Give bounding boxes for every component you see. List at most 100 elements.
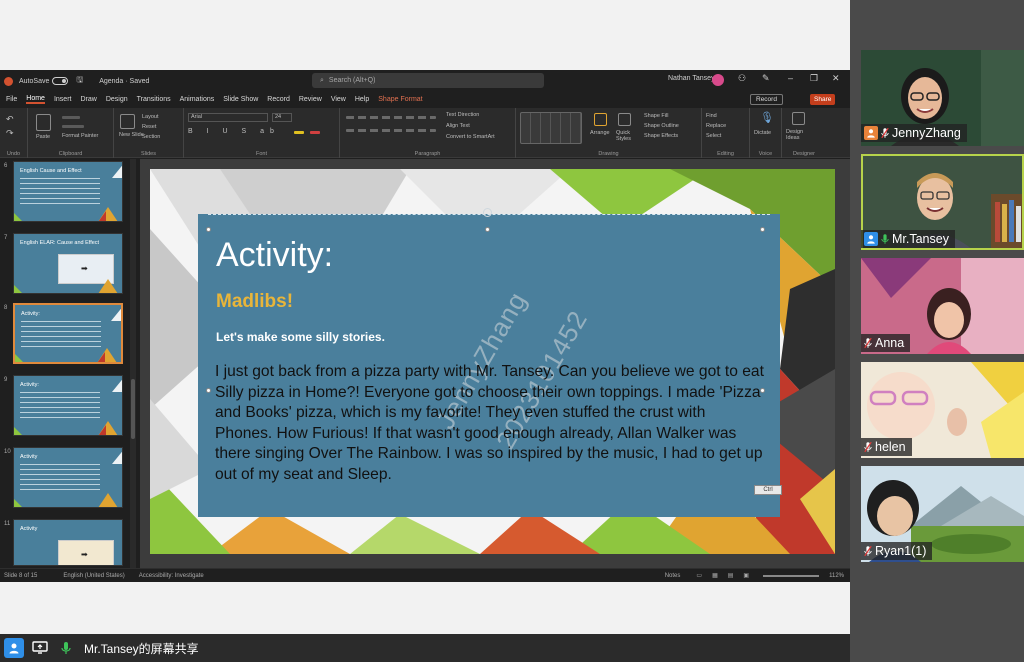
ribbon-group-voice: 🎙 Dictate Voice (750, 108, 782, 158)
text-direction-button[interactable]: Text Direction (446, 112, 479, 118)
tab-transitions[interactable]: Transitions (137, 96, 171, 103)
participant-label: helen (861, 438, 912, 456)
minimize-icon[interactable]: – (788, 73, 793, 83)
slideshow-icon[interactable]: ▣ (743, 572, 749, 579)
slide-thumbnail-9[interactable]: Activity: (13, 375, 123, 436)
shape-effects-button[interactable]: Shape Effects (644, 133, 678, 139)
tab-home[interactable]: Home (26, 95, 45, 104)
account-name[interactable]: Nathan Tansey (668, 75, 715, 82)
file-name[interactable]: Agenda · Saved (99, 78, 149, 85)
shape-outline-button[interactable]: Shape Outline (644, 123, 679, 129)
convert-smartart-button[interactable]: Convert to SmartArt (446, 134, 495, 140)
slide-thumbnail-11[interactable]: Activity (13, 519, 123, 566)
design-ideas-icon[interactable] (792, 112, 805, 125)
slide-thumbnail-10[interactable]: Activity (13, 447, 123, 508)
tab-design[interactable]: Design (106, 96, 128, 103)
ribbon-caption-slides: Slides (141, 151, 156, 157)
tab-review[interactable]: Review (299, 96, 322, 103)
microphone-muted-icon (864, 441, 872, 453)
redo-icon[interactable]: ↷ (6, 128, 14, 139)
font-color-icon[interactable] (310, 131, 320, 134)
save-icon[interactable]: 🖫 (76, 74, 83, 88)
quick-styles-icon[interactable] (618, 113, 631, 126)
align-buttons[interactable] (346, 129, 436, 132)
participant-tile-jennyzhang[interactable]: JennyZhang (861, 50, 1024, 146)
participant-tile-anna[interactable]: Anna (861, 258, 1024, 354)
replace-button[interactable]: Replace (706, 123, 726, 129)
zoom-level[interactable]: 112% (829, 573, 844, 579)
tab-animations[interactable]: Animations (180, 96, 215, 103)
tab-draw[interactable]: Draw (80, 96, 96, 103)
tab-insert[interactable]: Insert (54, 96, 72, 103)
participant-name: JennyZhang (892, 126, 961, 140)
resize-handle[interactable] (206, 227, 211, 232)
search-box[interactable]: ⌕ Search (Alt+Q) (312, 73, 544, 88)
list-buttons[interactable] (346, 116, 436, 119)
content-text-box[interactable]: JennyZhang 2023101452 Activity: Madlibs!… (198, 208, 782, 517)
arrange-icon[interactable] (594, 113, 607, 126)
ribbon-caption-undo: Undo (6, 151, 21, 157)
font-name-box[interactable]: Arial (188, 113, 268, 122)
reset-button[interactable]: Reset (142, 124, 156, 130)
ribbon-caption-drawing: Drawing (598, 151, 619, 157)
tab-slide-show[interactable]: Slide Show (223, 96, 258, 103)
participant-tile-mrtansey[interactable]: Mr.Tansey (861, 154, 1024, 250)
copy-item[interactable] (62, 125, 84, 128)
thumbnail-scrollbar[interactable] (130, 159, 136, 568)
font-size-box[interactable]: 24 (272, 113, 292, 122)
language-status[interactable]: English (United States) (63, 573, 124, 579)
resize-handle[interactable] (206, 388, 211, 393)
close-icon[interactable]: ✕ (832, 73, 840, 84)
pen-icon[interactable]: ✎ (762, 73, 770, 84)
slide-thumbnail-7[interactable]: English ELAR: Cause and Effect (13, 233, 123, 294)
resize-handle[interactable] (485, 227, 490, 232)
microphone-icon[interactable]: 🎙 (760, 111, 774, 124)
share-button[interactable]: Share (810, 94, 836, 105)
current-slide[interactable]: JennyZhang 2023101452 Activity: Madlibs!… (150, 169, 835, 554)
account-avatar[interactable] (712, 74, 724, 86)
shapes-gallery[interactable] (520, 112, 582, 144)
section-button[interactable]: Section (142, 134, 160, 140)
slide-body-text[interactable]: I just got back from a pizza party with … (215, 362, 765, 485)
design-ideas-label: Design Ideas (786, 129, 804, 141)
coauthor-icon[interactable]: ⚇ (738, 73, 746, 84)
layout-button[interactable]: Layout (142, 114, 159, 120)
slide-thumbnail-8[interactable]: Activity: (13, 303, 123, 364)
tab-help[interactable]: Help (355, 96, 369, 103)
notes-button[interactable]: Notes (665, 573, 681, 579)
font-format-buttons[interactable]: B I U S ab (188, 128, 280, 135)
find-button[interactable]: Find (706, 113, 717, 119)
participant-tile-ryan[interactable]: Ryan1(1) (861, 466, 1024, 562)
participant-name: helen (875, 440, 906, 454)
screen-share-label: Mr.Tansey的屏幕共享 (84, 641, 199, 656)
format-painter-label[interactable]: Format Painter (62, 133, 98, 139)
autosave-toggle[interactable] (52, 77, 69, 85)
align-text-button[interactable]: Align Text (446, 123, 470, 129)
rotate-handle[interactable] (483, 208, 492, 217)
zoom-slider[interactable] (763, 574, 820, 577)
paste-icon[interactable] (36, 114, 51, 131)
slide-thumbnail-6[interactable]: English Cause and Effect (13, 161, 123, 222)
resize-handle[interactable] (760, 227, 765, 232)
tab-record[interactable]: Record (267, 96, 290, 103)
shape-fill-button[interactable]: Shape Fill (644, 113, 668, 119)
tab-file[interactable]: File (6, 96, 17, 103)
undo-icon[interactable]: ↶ (6, 114, 14, 125)
tab-view[interactable]: View (331, 96, 346, 103)
accessibility-status[interactable]: Accessibility: Investigate (139, 573, 204, 579)
cut-item[interactable] (62, 116, 80, 119)
participant-tile-helen[interactable]: helen (861, 362, 1024, 458)
restore-icon[interactable]: ❐ (810, 73, 818, 84)
dictate-label: Dictate (754, 130, 772, 136)
select-button[interactable]: Select (706, 133, 721, 139)
tab-shape-format[interactable]: Shape Format (378, 96, 422, 103)
highlight-color-icon[interactable] (294, 131, 304, 134)
new-slide-icon[interactable] (120, 114, 135, 129)
paste-options-icon[interactable]: Ctrl (754, 485, 782, 495)
record-button[interactable]: Record (750, 94, 783, 105)
reading-view-icon[interactable]: ▤ (728, 572, 734, 579)
ribbon-caption-clipboard: Clipboard (58, 151, 83, 157)
normal-view-icon[interactable]: ▭ (696, 572, 702, 579)
slide-sorter-icon[interactable]: ▦ (712, 572, 718, 579)
slide-counter: Slide 8 of 15 (4, 572, 38, 579)
